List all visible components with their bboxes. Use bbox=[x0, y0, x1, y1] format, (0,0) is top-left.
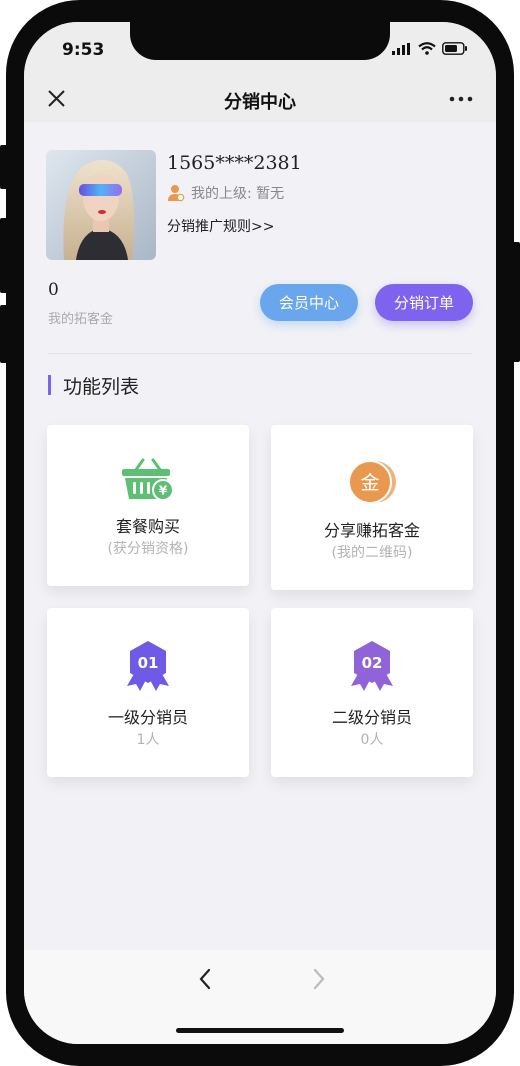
wifi-icon bbox=[418, 42, 436, 55]
level-badge-icon: 01 bbox=[127, 641, 169, 691]
home-indicator bbox=[176, 1028, 344, 1033]
shopping-basket-icon: ¥ bbox=[122, 458, 174, 501]
chevron-right-icon[interactable] bbox=[304, 964, 334, 994]
chevron-left-icon[interactable] bbox=[190, 964, 220, 994]
section-title: 功能列表 bbox=[48, 374, 140, 398]
card-package-purchase[interactable]: ¥ 套餐购买 (获分销资格) bbox=[47, 425, 249, 586]
distribution-orders-button[interactable]: 分销订单 bbox=[375, 284, 473, 321]
svg-text:02: 02 bbox=[362, 654, 383, 672]
phone-side-button-mid bbox=[0, 218, 12, 293]
svg-text:¥: ¥ bbox=[159, 484, 168, 498]
card-subtitle: (获分销资格) bbox=[107, 541, 189, 557]
card-title: 二级分销员 bbox=[331, 708, 412, 727]
more-icon[interactable] bbox=[448, 86, 474, 112]
user-icon bbox=[168, 185, 185, 202]
svg-text:金: 金 bbox=[360, 472, 379, 494]
phone-power-button bbox=[508, 242, 520, 362]
svg-text:01: 01 bbox=[138, 654, 159, 672]
card-level1-distributors[interactable]: 01 一级分销员 1人 bbox=[47, 608, 249, 777]
balance-value: 0 bbox=[48, 280, 59, 300]
card-subtitle: (我的二维码) bbox=[331, 545, 413, 561]
signal-icon bbox=[392, 42, 410, 55]
nav-bar: 分销中心 bbox=[24, 78, 496, 122]
divider bbox=[48, 353, 472, 354]
status-time: 9:53 bbox=[62, 40, 105, 60]
user-phone: 1565****2381 bbox=[167, 152, 302, 174]
level-badge-icon: 02 bbox=[351, 641, 393, 691]
phone-side-button-low bbox=[0, 305, 12, 363]
balance-label: 我的拓客金 bbox=[48, 312, 114, 327]
member-center-button[interactable]: 会员中心 bbox=[260, 284, 358, 321]
card-subtitle: 1人 bbox=[136, 732, 160, 748]
status-icons bbox=[392, 42, 468, 55]
avatar bbox=[46, 150, 156, 260]
gold-coin-icon: 金 bbox=[348, 460, 396, 504]
card-title: 套餐购买 bbox=[115, 517, 180, 536]
superior-label: 我的上级: 暂无 bbox=[191, 186, 285, 202]
phone-side-button-top bbox=[0, 145, 12, 189]
card-title: 分享赚拓客金 bbox=[323, 521, 420, 540]
promotion-rules-link[interactable]: 分销推广规则>> bbox=[167, 216, 274, 236]
notch bbox=[130, 22, 390, 60]
card-share-earn[interactable]: 金 分享赚拓客金 (我的二维码) bbox=[271, 425, 473, 590]
card-subtitle: 0人 bbox=[360, 732, 384, 748]
browser-toolbar bbox=[24, 950, 496, 1044]
section-accent-bar bbox=[48, 375, 51, 395]
battery-icon bbox=[442, 42, 467, 55]
card-level2-distributors[interactable]: 02 二级分销员 0人 bbox=[271, 608, 473, 777]
screen: 9:53 分销中心 1565****2381 我的上级: 暂无 分销推广规则>>… bbox=[24, 22, 496, 1044]
page-title: 分销中心 bbox=[224, 92, 296, 113]
status-bar: 9:53 bbox=[24, 22, 496, 78]
section-title-text: 功能列表 bbox=[63, 375, 140, 398]
superior-info: 我的上级: 暂无 bbox=[167, 183, 284, 203]
card-title: 一级分销员 bbox=[107, 708, 188, 727]
